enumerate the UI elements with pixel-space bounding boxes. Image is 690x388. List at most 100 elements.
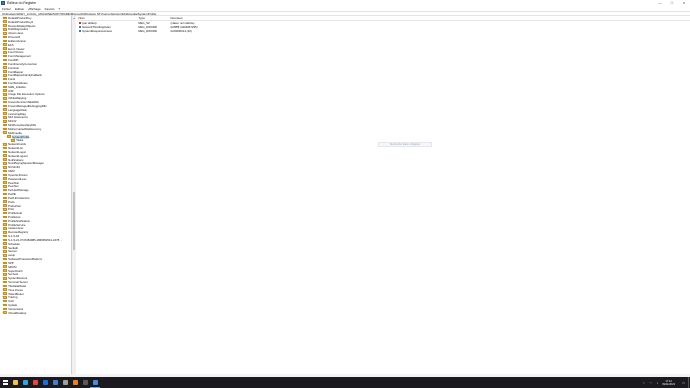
folder-icon: [3, 200, 7, 203]
column-header-type[interactable]: Type: [137, 16, 169, 20]
regedit-icon[interactable]: [90, 377, 100, 388]
notifications-icon[interactable]: ▭: [681, 380, 686, 385]
clock-date: 09/11/2023: [662, 382, 675, 386]
folder-icon: [3, 230, 7, 234]
column-header-name[interactable]: Nom: [77, 16, 137, 20]
folder-icon: [3, 70, 7, 73]
dword-value-icon: [78, 29, 82, 33]
folder-icon: [3, 188, 7, 192]
folder-icon: [3, 307, 7, 311]
value-row[interactable]: SystemResponsiveness REG_DWORD 0x00000014 …: [77, 29, 690, 33]
folder-icon: [3, 127, 7, 131]
folder-icon: [3, 43, 7, 46]
settings-icon[interactable]: [60, 377, 70, 388]
folder-icon: [3, 146, 7, 150]
folder-icon: [3, 58, 7, 62]
folder-icon: [3, 303, 7, 307]
folder-icon: [3, 265, 7, 269]
registry-tree: › DefaultProductKey › DefaultProductKey2 › De…: [0, 16, 72, 377]
folder-icon: [3, 196, 7, 200]
folder-icon: [3, 269, 7, 272]
column-header-data[interactable]: Données: [169, 16, 249, 20]
folder-icon: [3, 223, 7, 226]
folder-icon: [3, 250, 7, 253]
folder-icon: [3, 119, 7, 123]
taskbar: ˄ ◠ ◗ 17:12 09/11/2023 ▭: [0, 377, 690, 388]
value-data: 0x00000014 (20): [170, 29, 192, 33]
folder-icon: [3, 234, 7, 238]
scrollbar-thumb[interactable]: [72, 192, 76, 250]
folder-icon: [3, 280, 7, 284]
folder-icon: [3, 192, 7, 196]
folder-icon: [3, 81, 7, 85]
folder-icon: [3, 173, 7, 177]
folder-icon: [3, 165, 7, 169]
value-name: SystemResponsiveness: [82, 29, 112, 33]
folder-icon: [7, 135, 11, 138]
folder-icon: [3, 257, 7, 261]
folder-icon: [3, 261, 7, 265]
folder-icon: [3, 62, 7, 66]
system-tray: ˄ ◠ ◗ 17:12 09/11/2023 ▭: [641, 377, 690, 388]
folder-icon: [3, 74, 7, 77]
folder-icon: [3, 142, 7, 146]
folder-icon: [3, 24, 7, 27]
folder-icon: [3, 311, 7, 314]
menu-file[interactable]: Fichier: [2, 7, 11, 11]
folder-icon: [3, 292, 7, 295]
scroll-up-arrow-icon[interactable]: ▲: [72, 16, 76, 20]
chevron-up-icon[interactable]: ˄: [641, 380, 646, 385]
values-list: Nom Type Données (par défaut) REG_SZ (vale…: [77, 16, 690, 377]
folder-icon: [3, 16, 7, 20]
folder-icon: [3, 100, 7, 104]
value-name-cell: SystemResponsiveness: [77, 29, 137, 33]
file-explorer-icon[interactable]: [10, 377, 20, 388]
folder-icon: [3, 112, 7, 115]
tree-item-label: VirtualDesktop: [8, 310, 27, 315]
start-button[interactable]: [0, 377, 10, 388]
folder-icon: [3, 31, 7, 35]
terminal-icon[interactable]: [80, 377, 90, 388]
folder-icon: [3, 104, 7, 108]
folder-icon: [3, 288, 7, 291]
menu-help[interactable]: ?: [59, 7, 61, 11]
folder-icon: [3, 273, 7, 276]
menu-favorites[interactable]: Favoris: [45, 7, 55, 11]
search-hint-tooltip: Rechercher dans le Registre: [378, 142, 432, 147]
tree-scrollbar[interactable]: ▲ ▼: [72, 16, 76, 377]
folder-icon: [3, 246, 7, 249]
folder-icon: [3, 108, 7, 112]
folder-icon: [3, 227, 7, 230]
folder-icon: [3, 253, 7, 257]
media-player-icon[interactable]: [70, 377, 80, 388]
edge-browser-icon[interactable]: [20, 377, 30, 388]
chrome-browser-icon[interactable]: [30, 377, 40, 388]
string-value-icon: [78, 21, 82, 25]
folder-icon: [3, 39, 7, 43]
menu-view[interactable]: Affichage: [28, 7, 40, 11]
folder-icon: [3, 89, 7, 92]
folder-icon: [3, 162, 7, 165]
mail-icon[interactable]: [40, 377, 50, 388]
menu-edit[interactable]: Edition: [15, 7, 24, 11]
folder-icon: [3, 85, 7, 89]
folder-icon: [3, 208, 7, 211]
network-icon[interactable]: ◠: [648, 380, 653, 385]
folder-icon: [3, 276, 7, 280]
address-path[interactable]: Ordinateur\HKEY_LOCAL_MACHINE\SOFTWARE\M…: [2, 12, 156, 16]
folder-icon: [3, 116, 7, 119]
folder-icon: [3, 215, 7, 219]
folder-icon: [3, 66, 7, 69]
tree-item[interactable]: › VirtualDesktop: [0, 311, 71, 315]
folder-icon: [3, 54, 7, 58]
volume-icon[interactable]: ◗: [655, 380, 660, 385]
store-icon[interactable]: [50, 377, 60, 388]
folder-icon: [3, 154, 7, 158]
folder-icon: [3, 211, 7, 215]
windows-logo-icon: [2, 380, 8, 385]
clock[interactable]: 17:12 09/11/2023: [662, 380, 675, 386]
folder-icon: [3, 284, 7, 288]
folder-icon: [3, 177, 7, 180]
regedit-app-icon: [1, 1, 5, 5]
folder-icon: [3, 185, 7, 188]
